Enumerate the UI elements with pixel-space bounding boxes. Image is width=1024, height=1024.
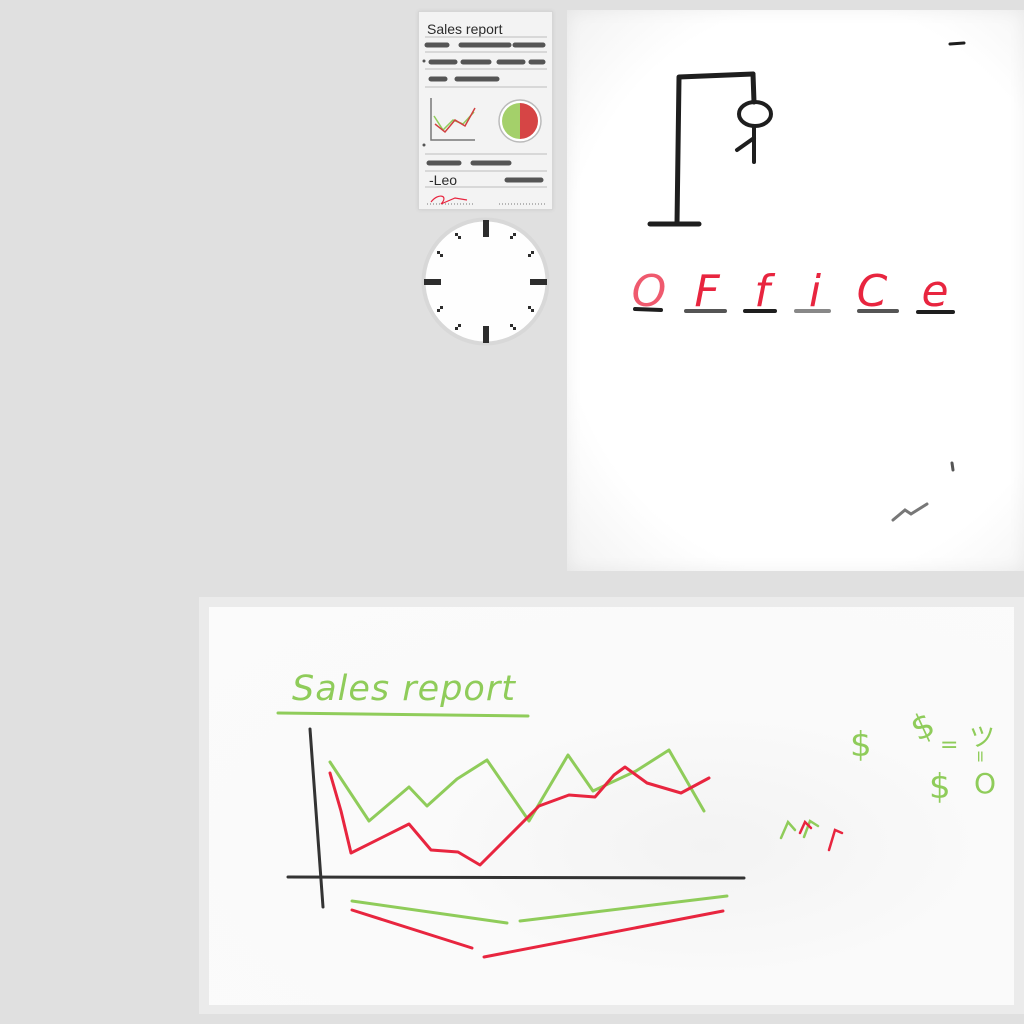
gallows-rope bbox=[750, 71, 757, 105]
guess-letter-5: C bbox=[856, 266, 888, 317]
clock-face bbox=[421, 217, 550, 346]
gallows-beam bbox=[676, 71, 756, 80]
hangman-whiteboard[interactable]: O F f i C e bbox=[567, 10, 1024, 571]
guess-letter-1: O bbox=[631, 266, 667, 317]
red-trend-line bbox=[328, 765, 711, 867]
sales-whiteboard[interactable]: Sales report $ $ $ = ツ = O bbox=[199, 597, 1024, 1014]
thumbnail-signature: -Leo bbox=[429, 172, 458, 188]
stick-figure bbox=[735, 100, 773, 164]
happy-face: ツ bbox=[969, 723, 996, 753]
guess-letter-4: i bbox=[808, 266, 822, 317]
green-underline-sweep bbox=[350, 894, 729, 925]
sales-whiteboard-surface[interactable]: Sales report $ $ $ = ツ = O bbox=[209, 607, 1014, 1005]
title-underline bbox=[276, 711, 530, 718]
clock-widget bbox=[421, 217, 550, 346]
red-arrows bbox=[798, 819, 844, 852]
guess-letter-2: F bbox=[694, 266, 720, 317]
guess-letter-6: e bbox=[921, 266, 949, 317]
guess-letter-3: f bbox=[754, 266, 770, 317]
sales-report-thumbnail[interactable]: Sales report -Leo bbox=[418, 11, 553, 210]
green-arrows bbox=[779, 819, 820, 840]
colon-eyes: = bbox=[971, 749, 991, 764]
red-underline-sweep bbox=[350, 908, 725, 959]
gallows-post bbox=[674, 75, 682, 227]
shocked-face: O bbox=[974, 767, 997, 800]
dollar-sign-1: $ bbox=[850, 725, 872, 765]
y-axis bbox=[308, 727, 325, 909]
dollar-sign-3: $ bbox=[929, 767, 951, 807]
x-axis bbox=[286, 875, 746, 880]
equals-sign: = bbox=[940, 733, 959, 758]
sales-sketch bbox=[276, 711, 844, 959]
green-trend-line bbox=[328, 748, 706, 823]
